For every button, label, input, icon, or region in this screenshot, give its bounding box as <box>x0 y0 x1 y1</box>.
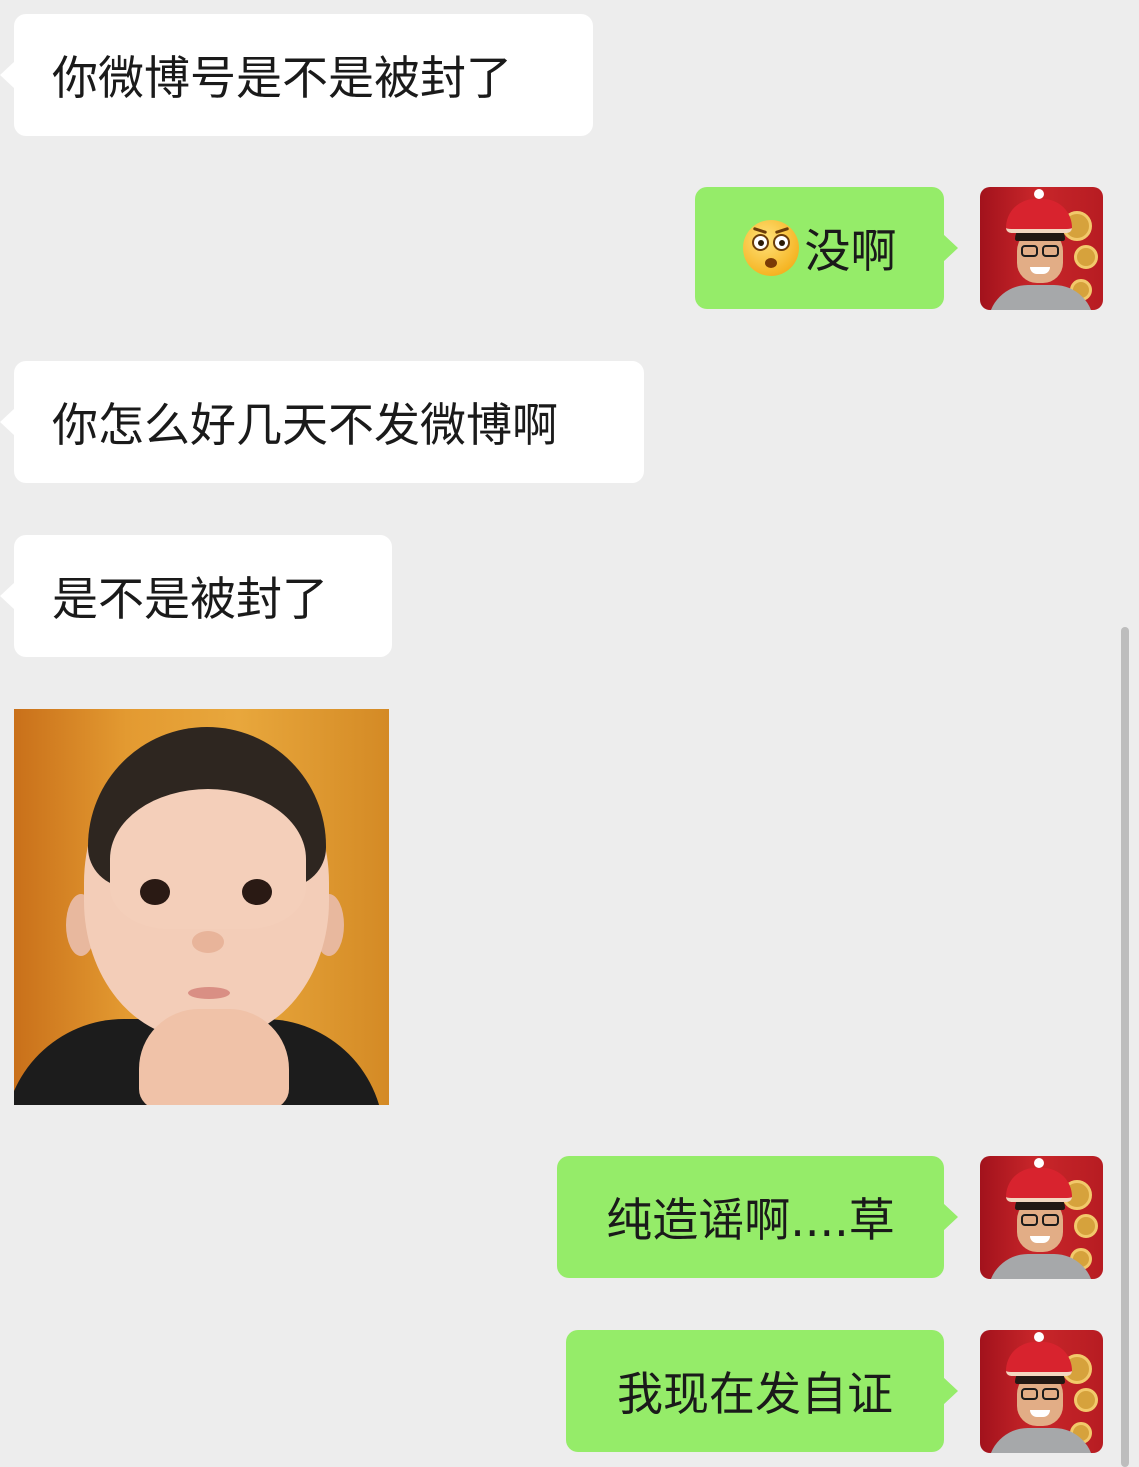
message-text: 纯造谣啊....草 <box>606 1193 895 1247</box>
outgoing-message-bubble[interactable]: 没啊 <box>695 187 958 309</box>
toddler-sticker-image[interactable] <box>14 709 389 1105</box>
message-text: 你怎么好几天不发微博啊 <box>52 398 558 452</box>
message-text: 我现在发自证 <box>617 1367 893 1421</box>
message-text: 没啊 <box>804 224 897 278</box>
message-text: 是不是被封了 <box>52 572 328 626</box>
bubble-tail <box>0 408 15 436</box>
self-avatar[interactable] <box>980 1330 1103 1453</box>
scrollbar[interactable] <box>1121 627 1129 1467</box>
bubble-tail <box>943 1377 958 1405</box>
incoming-message-bubble[interactable]: 你微博号是不是被封了 <box>0 14 593 136</box>
self-avatar[interactable] <box>980 187 1103 310</box>
bubble-tail <box>943 1203 958 1231</box>
message-text: 你微博号是不是被封了 <box>52 51 512 105</box>
incoming-message-bubble[interactable]: 是不是被封了 <box>0 535 392 657</box>
bubble-tail <box>943 234 958 262</box>
outgoing-message-bubble[interactable]: 纯造谣啊....草 <box>557 1156 958 1278</box>
bubble-tail <box>0 61 15 89</box>
outgoing-message-bubble[interactable]: 我现在发自证 <box>566 1330 958 1452</box>
self-avatar[interactable] <box>980 1156 1103 1279</box>
flushed-face-emoji-icon <box>742 220 799 276</box>
incoming-message-bubble[interactable]: 你怎么好几天不发微博啊 <box>0 361 644 483</box>
bubble-tail <box>0 582 15 610</box>
